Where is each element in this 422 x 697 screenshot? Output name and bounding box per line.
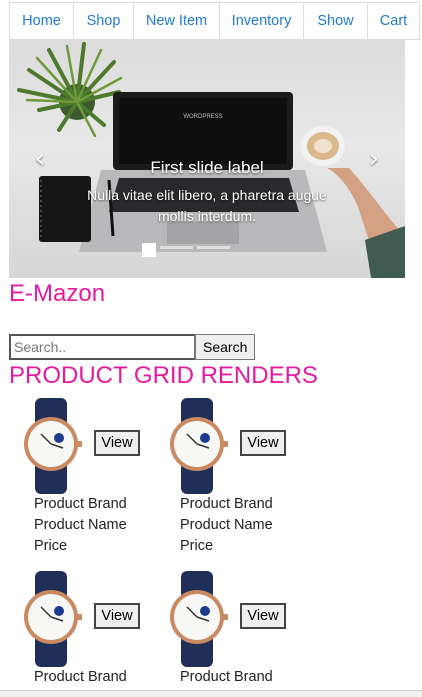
nav-show[interactable]: Show [303, 3, 368, 40]
carousel-next-arrow-icon[interactable]: › [359, 144, 389, 174]
brand-title: E-Mazon [9, 280, 106, 307]
carousel-indicators [142, 243, 230, 257]
carousel-caption-text: Nulla vitae elit libero, a pharetra augu… [87, 187, 327, 224]
nav-inventory[interactable]: Inventory [219, 3, 304, 40]
view-button[interactable]: View [94, 430, 140, 456]
product-price: Price [180, 538, 214, 554]
product-price: Price [34, 538, 68, 554]
watch-image [24, 398, 82, 494]
carousel-prev-arrow-icon[interactable]: ‹ [25, 144, 55, 174]
product-grid-title: PRODUCT GRID RENDERS [9, 362, 318, 389]
hero-carousel: WORDPRESS ‹ › First slide label Nulla vi… [9, 40, 405, 278]
nav-cart[interactable]: Cart [367, 3, 420, 40]
carousel-indicator[interactable] [142, 243, 156, 257]
product-info: Product Brand Product Name Price [34, 494, 127, 557]
product-info: Product Brand [34, 667, 127, 688]
product-info: Product Brand Product Name Price [180, 494, 273, 557]
view-button[interactable]: View [240, 430, 286, 456]
carousel-indicator[interactable] [160, 246, 193, 249]
nav-shop[interactable]: Shop [73, 3, 134, 40]
top-nav: Home Shop New Item Inventory Show Cart [9, 2, 420, 41]
product-brand: Product Brand [180, 669, 273, 685]
search-bar: Search [9, 334, 256, 360]
nav-home[interactable]: Home [9, 3, 74, 40]
product-name: Product Name [34, 517, 127, 533]
product-name: Product Name [180, 517, 273, 533]
carousel-caption-title: First slide label [150, 158, 264, 177]
watch-image [24, 571, 82, 667]
plant-image [17, 42, 123, 138]
search-input[interactable] [9, 334, 195, 360]
product-brand: Product Brand [34, 669, 127, 685]
nav-new-item[interactable]: New Item [133, 3, 220, 40]
watch-image [170, 571, 228, 667]
carousel-indicator[interactable] [197, 246, 230, 249]
product-brand: Product Brand [34, 496, 127, 512]
product-info: Product Brand [180, 667, 273, 688]
view-button[interactable]: View [240, 603, 286, 629]
watch-image [170, 398, 228, 494]
product-brand: Product Brand [180, 496, 273, 512]
svg-text:WORDPRESS: WORDPRESS [183, 114, 222, 120]
search-button[interactable]: Search [195, 334, 256, 360]
view-button[interactable]: View [94, 603, 140, 629]
